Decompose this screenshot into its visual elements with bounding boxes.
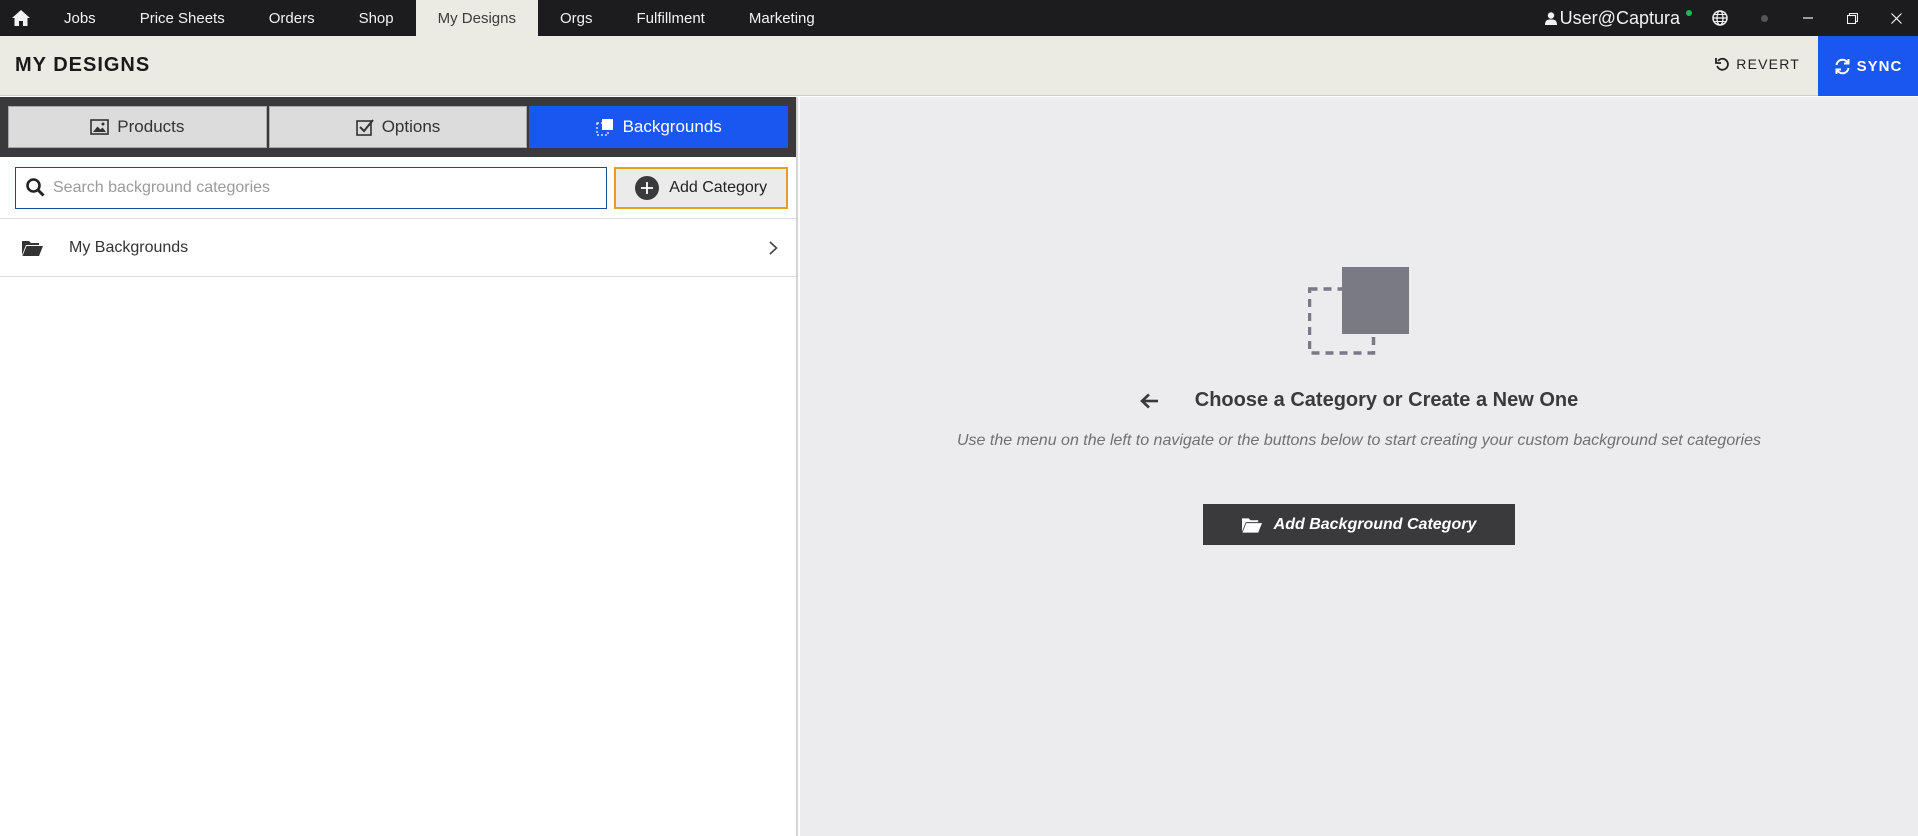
search-row: Add Category bbox=[0, 157, 796, 219]
background-placeholder-icon bbox=[1308, 267, 1409, 355]
online-status-dot bbox=[1686, 10, 1692, 16]
tab-backgrounds[interactable]: Backgrounds bbox=[529, 106, 789, 148]
nav-orders[interactable]: Orders bbox=[247, 0, 337, 36]
empty-state-panel: Choose a Category or Create a New One Us… bbox=[800, 97, 1918, 836]
empty-state-subtext: Use the menu on the left to navigate or … bbox=[956, 432, 1761, 449]
tab-options-label: Options bbox=[381, 117, 441, 136]
tab-products-label: Products bbox=[117, 117, 185, 136]
category-item-my-backgrounds[interactable]: My Backgrounds bbox=[0, 219, 796, 277]
close-button[interactable] bbox=[1874, 0, 1918, 36]
user-icon bbox=[1544, 11, 1557, 25]
sync-button[interactable]: SYNC bbox=[1818, 36, 1918, 96]
status-dot-icon bbox=[1760, 14, 1768, 22]
nav-my-designs[interactable]: My Designs bbox=[415, 0, 538, 36]
checkbox-icon bbox=[355, 118, 374, 136]
user-name: User@Captura bbox=[1559, 7, 1680, 28]
restore-button[interactable] bbox=[1830, 0, 1874, 36]
search-input[interactable] bbox=[53, 178, 593, 197]
restore-icon bbox=[1846, 12, 1858, 24]
chevron-right-icon bbox=[769, 240, 778, 255]
nav-jobs[interactable]: Jobs bbox=[42, 0, 118, 36]
tab-products[interactable]: Products bbox=[8, 106, 267, 148]
home-button[interactable] bbox=[0, 0, 42, 36]
page-header: MY DESIGNS REVERT SYNC bbox=[0, 36, 1918, 96]
undo-icon bbox=[1715, 57, 1730, 71]
design-tabs: Products Options Backgrounds bbox=[0, 97, 796, 157]
empty-state-heading: Choose a Category or Create a New One bbox=[800, 389, 1918, 412]
search-box[interactable] bbox=[15, 166, 608, 209]
folder-open-icon bbox=[1241, 517, 1262, 533]
category-label: My Backgrounds bbox=[69, 238, 189, 256]
left-panel: Products Options Backgrounds Add Categor… bbox=[0, 97, 798, 836]
page-title: MY DESIGNS bbox=[15, 54, 151, 76]
nav-price-sheets[interactable]: Price Sheets bbox=[118, 0, 247, 36]
language-button[interactable] bbox=[1698, 0, 1742, 36]
add-background-category-button[interactable]: Add Background Category bbox=[1203, 504, 1515, 545]
close-icon bbox=[1890, 12, 1902, 24]
minimize-icon bbox=[1803, 17, 1813, 19]
add-category-button[interactable]: Add Category bbox=[614, 166, 788, 209]
arrow-left-icon bbox=[1139, 393, 1159, 409]
plus-circle-icon bbox=[635, 175, 660, 200]
folder-open-icon bbox=[22, 240, 43, 256]
empty-state-title: Choose a Category or Create a New One bbox=[1194, 389, 1579, 411]
image-icon bbox=[90, 119, 110, 135]
nav-marketing[interactable]: Marketing bbox=[727, 0, 837, 36]
top-nav-bar: Jobs Price Sheets Orders Shop My Designs… bbox=[0, 0, 1918, 36]
tab-options[interactable]: Options bbox=[268, 106, 528, 148]
sync-icon bbox=[1835, 58, 1850, 74]
home-icon bbox=[12, 10, 30, 26]
connection-indicator bbox=[1742, 0, 1786, 36]
nav-fulfillment[interactable]: Fulfillment bbox=[615, 0, 727, 36]
nav-orgs[interactable]: Orgs bbox=[538, 0, 615, 36]
nav-shop[interactable]: Shop bbox=[337, 0, 416, 36]
minimize-button[interactable] bbox=[1786, 0, 1830, 36]
search-icon bbox=[26, 178, 45, 197]
revert-label: REVERT bbox=[1736, 56, 1800, 72]
tab-backgrounds-label: Backgrounds bbox=[622, 117, 722, 136]
sync-label: SYNC bbox=[1856, 57, 1903, 75]
revert-button[interactable]: REVERT bbox=[1715, 56, 1800, 72]
user-menu[interactable]: User@Captura bbox=[1544, 7, 1692, 29]
add-category-label: Add Category bbox=[669, 178, 768, 196]
add-background-category-label: Add Background Category bbox=[1273, 515, 1477, 533]
background-icon bbox=[595, 118, 615, 136]
globe-icon bbox=[1712, 10, 1728, 26]
